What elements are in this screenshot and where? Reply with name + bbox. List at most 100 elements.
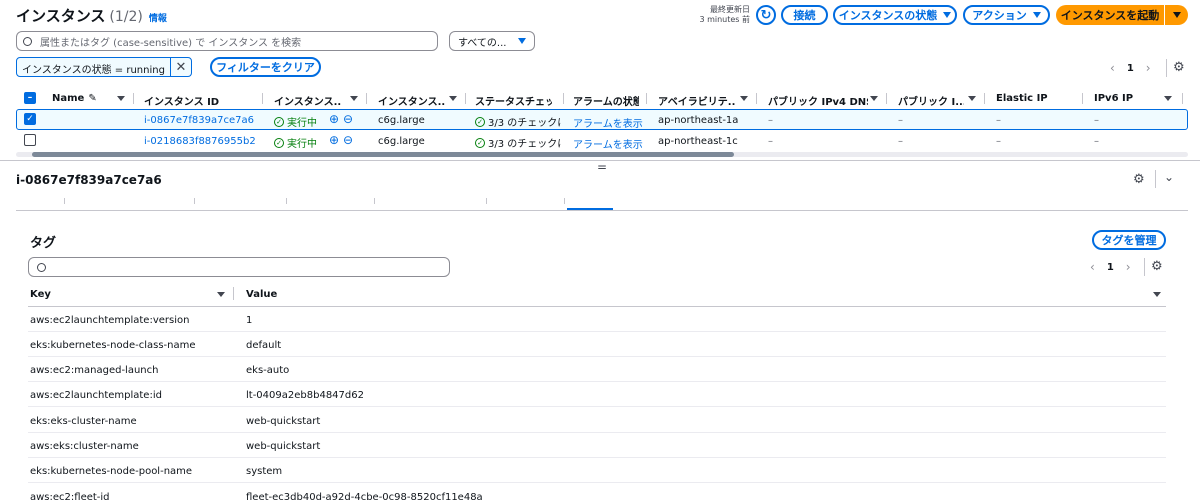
column-header-public-ip[interactable]: パブリック I...: [898, 93, 964, 108]
public-ip: –: [898, 136, 903, 147]
caret-down-icon: [943, 12, 952, 18]
success-check-icon: ✓: [274, 116, 284, 127]
tags-section-title: タグ: [30, 236, 57, 251]
sort-caret-icon[interactable]: [350, 96, 358, 101]
view-alarms-link[interactable]: アラームを表示 +: [573, 136, 645, 151]
chevron-left-icon[interactable]: ‹: [1110, 61, 1115, 75]
actions-button[interactable]: アクション: [963, 5, 1050, 25]
launch-instances-button[interactable]: インスタンスを起動: [1056, 5, 1164, 25]
availability-zone: ap-northeast-1c: [658, 136, 738, 147]
last-updated-value: 3 minutes 前: [699, 15, 750, 24]
instance-state: ✓ 実行中: [274, 114, 317, 129]
sort-caret-icon[interactable]: [870, 96, 878, 101]
instance-id-link[interactable]: i-0867e7f839a7ce7a6: [144, 115, 254, 126]
tag-value: system: [246, 466, 283, 477]
success-check-icon: ✓: [274, 137, 284, 148]
remove-filter-icon[interactable]: ✕: [171, 58, 191, 76]
tag-key: aws:ec2launchtemplate:version: [30, 315, 190, 326]
column-header-instance-state[interactable]: インスタンス...: [274, 93, 342, 108]
tags-settings-icon[interactable]: ⚙: [1151, 260, 1163, 273]
caret-down-icon: [1172, 12, 1181, 18]
column-header-ipv6-ip[interactable]: IPv6 IP: [1094, 93, 1154, 104]
instance-state: ✓ 実行中: [274, 135, 317, 150]
manage-tags-button[interactable]: タグを管理: [1092, 230, 1166, 250]
table-row: aws:ec2:managed-launch eks-auto: [28, 357, 1166, 382]
column-header-availability-zone[interactable]: アベイラビリテ...: [658, 93, 736, 108]
last-updated-label: 最終更新日: [710, 5, 750, 14]
tag-key: eks:eks-cluster-name: [30, 416, 137, 427]
caret-down-icon: [518, 38, 526, 44]
select-all-checkbox[interactable]: –: [24, 92, 36, 104]
scrollbar-thumb[interactable]: [32, 152, 734, 157]
column-header-instance-id[interactable]: インスタンス ID: [144, 93, 254, 108]
details-instance-id: i-0867e7f839a7ce7a6: [16, 173, 162, 187]
connect-button[interactable]: 接続: [781, 5, 828, 25]
details-settings-icon[interactable]: ⚙: [1133, 172, 1145, 187]
ipv6-ip: –: [1094, 136, 1099, 147]
zoom-out-icon[interactable]: ⊖: [343, 133, 353, 147]
sort-caret-icon[interactable]: [1153, 292, 1161, 297]
clear-filters-button[interactable]: フィルターをクリア: [210, 57, 321, 77]
page-title: インスタンス: [16, 7, 106, 25]
sort-caret-icon[interactable]: [968, 96, 976, 101]
sort-caret-icon[interactable]: [117, 96, 125, 101]
column-header-key[interactable]: Key: [30, 289, 51, 300]
edit-icon: ✎: [88, 93, 97, 104]
sort-caret-icon[interactable]: [740, 96, 748, 101]
column-header-public-dns[interactable]: パブリック IPv4 DNS: [768, 93, 868, 108]
chevron-right-icon[interactable]: ›: [1146, 61, 1151, 75]
availability-zone: ap-northeast-1a: [658, 115, 739, 126]
zoom-in-icon[interactable]: ⊕: [329, 133, 339, 147]
public-dns: –: [768, 136, 773, 147]
sort-caret-icon[interactable]: [1164, 96, 1172, 101]
public-ip: –: [898, 115, 903, 126]
elastic-ip: –: [996, 136, 1001, 147]
chevron-left-icon[interactable]: ‹: [1090, 260, 1095, 274]
column-header-instance-type[interactable]: インスタンス...: [378, 93, 446, 108]
column-separator: [233, 287, 234, 300]
sort-caret-icon[interactable]: [449, 96, 457, 101]
current-page[interactable]: 1: [1107, 262, 1114, 273]
launch-dropdown-button[interactable]: [1164, 5, 1188, 25]
tag-value: web-quickstart: [246, 416, 321, 427]
tag-key: aws:ec2:fleet-id: [30, 492, 110, 503]
current-page[interactable]: 1: [1127, 63, 1134, 74]
row-checkbox[interactable]: ✓: [24, 113, 36, 125]
collapse-chevron-icon[interactable]: ⌄: [1164, 170, 1174, 184]
search-input[interactable]: 属性またはタグ (case-sensitive) で インスタンス を検索: [16, 31, 438, 51]
tag-value: default: [246, 340, 282, 351]
ipv6-ip: –: [1094, 115, 1099, 126]
elastic-ip: –: [996, 115, 1001, 126]
tags-divider: [1144, 258, 1145, 276]
horizontal-scrollbar[interactable]: [16, 152, 1188, 157]
row-checkbox[interactable]: [24, 134, 36, 146]
column-header-elastic-ip[interactable]: Elastic IP: [996, 93, 1066, 104]
table-row: aws:ec2launchtemplate:id lt-0409a2eb8b48…: [28, 382, 1166, 407]
instance-id-link[interactable]: i-0218683f8876955b2: [144, 136, 256, 147]
search-scope-select[interactable]: すべての...: [449, 31, 535, 51]
column-header-status-check[interactable]: ステータスチェック: [475, 93, 552, 108]
table-divider: [1166, 59, 1167, 77]
table-row: eks:kubernetes-node-class-name default: [28, 332, 1166, 357]
instance-state-button[interactable]: インスタンスの状態: [833, 5, 957, 25]
tag-key: eks:kubernetes-node-class-name: [30, 340, 196, 351]
view-alarms-link[interactable]: アラームを表示 +: [573, 115, 645, 130]
info-link[interactable]: 情報: [149, 11, 167, 24]
tab-tags-active-indicator[interactable]: [567, 208, 613, 210]
sort-caret-icon[interactable]: [217, 292, 225, 297]
chevron-right-icon[interactable]: ›: [1126, 260, 1131, 274]
search-icon: [23, 36, 32, 46]
zoom-in-icon[interactable]: ⊕: [329, 112, 339, 126]
filter-token: インスタンスの状態 = running ✕: [16, 57, 192, 77]
table-row: aws:eks:cluster-name web-quickstart: [28, 433, 1166, 458]
table-settings-icon[interactable]: ⚙: [1173, 61, 1185, 74]
column-header-alarm-status[interactable]: アラームの状態: [573, 93, 639, 108]
drag-handle-icon[interactable]: =: [597, 160, 607, 174]
zoom-out-icon[interactable]: ⊖: [343, 112, 353, 126]
caret-down-icon: [1032, 12, 1041, 18]
tag-search-input[interactable]: [28, 257, 450, 277]
column-header-value[interactable]: Value: [246, 289, 277, 300]
search-placeholder: 属性またはタグ (case-sensitive) で インスタンス を検索: [40, 37, 302, 49]
refresh-button[interactable]: ↻: [756, 5, 776, 25]
success-check-icon: ✓: [475, 137, 485, 148]
